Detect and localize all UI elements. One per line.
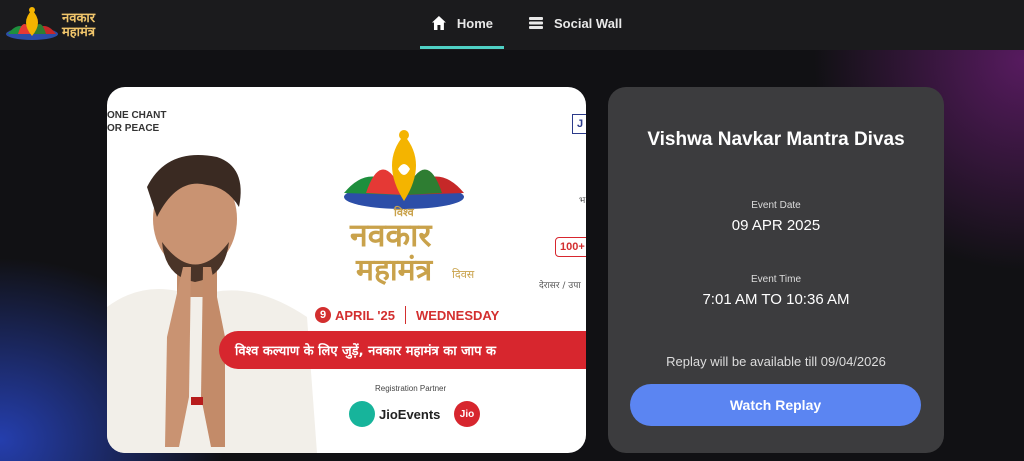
banner-title-line2: महामंत्र (356, 253, 433, 288)
date-divider (404, 306, 406, 324)
banner-main-title: नवकार महामंत्र (350, 217, 432, 289)
jioevents-label: JioEvents (379, 406, 441, 422)
event-time-value: 7:01 AM TO 10:36 AM (702, 291, 850, 308)
watch-replay-button[interactable]: Watch Replay (630, 384, 921, 426)
banner-divas-text: दिवस (452, 268, 475, 281)
brand-logo[interactable]: नवकार महामंत्र (4, 4, 112, 44)
banner-tagline: विश्व कल्याण के लिए जुड़ें, नवकार महामंत… (235, 344, 497, 359)
event-info-card: Vishwa Navkar Mantra Divas Event Date 09… (608, 87, 944, 453)
lotus-logo-icon (6, 7, 58, 40)
jioevents-logo: JioEvents (349, 401, 440, 427)
top-nav-bar: नवकार महामंत्र Home Social Wall (0, 0, 1024, 50)
logo-text-line2: महामंत्र (62, 25, 95, 40)
event-date-value: 09 APR 2025 (731, 217, 821, 234)
nav-tab-social-wall[interactable]: Social Wall (516, 0, 634, 46)
event-banner-image: ONE CHANT OR PEACE विश्व नवकार महामंत्र … (107, 87, 586, 453)
event-title: Vishwa Navkar Mantra Divas (647, 129, 905, 150)
banner-chant-text: ONE CHANT OR PEACE (107, 109, 166, 135)
logo-text-line1: नवकार (62, 11, 96, 26)
nav-home-label: Home (456, 15, 493, 31)
banner-title-line1: नवकार (350, 216, 432, 254)
main-nav: Home Social Wall (420, 0, 634, 50)
banner-date-text: APRIL '25 (335, 307, 395, 323)
event-date-label: Event Date (751, 200, 801, 211)
brand-logo-text: नवकार महामंत्र (62, 12, 95, 40)
replay-availability-note: Replay will be available till 09/04/2026 (666, 354, 886, 369)
person-namaste-illustration (107, 155, 317, 453)
social-wall-icon (529, 17, 543, 29)
home-icon (431, 16, 446, 30)
banner-weekday: WEDNESDAY (415, 307, 500, 323)
banner-date-line: 9 APRIL '25 WEDNESDAY (315, 306, 499, 324)
nav-tab-home[interactable]: Home (420, 0, 504, 49)
banner-edge-text: भ (579, 195, 586, 205)
jio-logo: Jio (454, 401, 480, 427)
banner-derasar-text: देरासर / उपा (539, 281, 581, 291)
event-time-label: Event Time (750, 274, 802, 285)
nav-social-label: Social Wall (554, 15, 623, 31)
chant-line1: ONE CHANT (107, 110, 167, 121)
jioevents-icon (349, 401, 375, 427)
date-number-badge: 9 (315, 307, 331, 323)
banner-edge-logo: J (572, 114, 586, 134)
banner-100-badge: 100+ (555, 237, 586, 257)
chant-line2: OR PEACE (107, 123, 160, 134)
registration-partner-label: Registration Partner (375, 384, 447, 393)
